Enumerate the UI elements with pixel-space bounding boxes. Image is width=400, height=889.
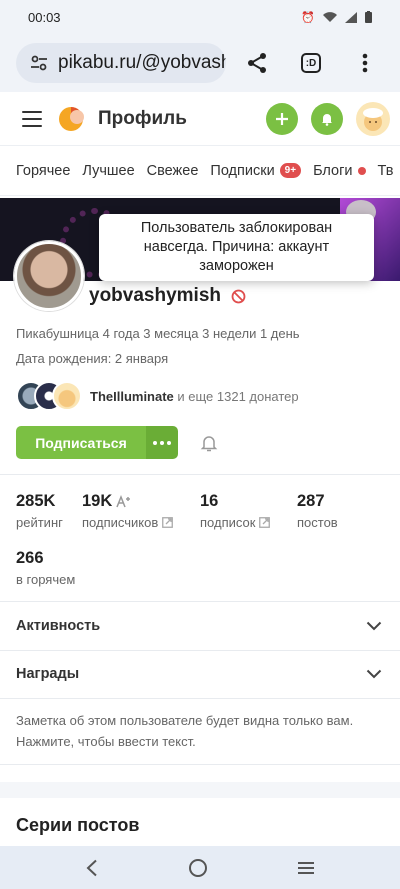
bell-icon [322,113,332,126]
share-icon [248,53,266,73]
subscribe-more-button[interactable] [146,426,178,459]
profile-avatar[interactable] [14,241,84,311]
wifi-icon [323,11,337,22]
username-row: yobvashymish [89,285,246,307]
external-link-icon [259,517,271,528]
stat-value-row: 19K [82,492,173,511]
top-donor-name: TheIlluminate [90,388,174,404]
url-text: pikabu.ru/@yobvashymish [58,52,226,73]
stat-rating: 285K рейтинг [16,492,63,530]
clock: 00:03 [28,9,61,25]
divider [0,698,400,699]
stat-label: подписчиков [82,515,159,530]
donors-row[interactable]: TheIlluminate и еще 1321 донатер [16,380,299,412]
status-icons: ⏰ [301,11,372,24]
tab-hot[interactable]: Горячее [16,163,70,179]
plus-icon [276,112,288,125]
menu-icon[interactable] [22,110,42,127]
ban-tooltip: Пользователь заблокирован навсегда. Прич… [99,214,374,281]
add-post-button[interactable] [266,102,298,135]
section-title: Активность [16,618,101,634]
blogs-dot [357,166,366,175]
stat-subscribers[interactable]: 19K подписчиков [82,492,174,530]
site-settings-icon[interactable] [30,54,48,72]
bell-icon[interactable] [200,434,218,452]
stat-label: в горячем [16,572,76,587]
back-icon[interactable] [85,859,99,877]
tab-count: :D [301,53,321,73]
stat-value: 16 [200,492,219,510]
tab-fresh[interactable]: Свежее [147,163,199,179]
donor-avatar [52,381,82,411]
section-title: Награды [16,666,80,682]
status-bar: 00:03 ⏰ [0,0,400,34]
divider [0,474,400,475]
user-avatar[interactable] [356,101,390,136]
stat-value: 266 [16,549,44,567]
chevron-down-icon [366,669,382,679]
divider [0,764,400,765]
chevron-down-icon [366,621,382,631]
stat-label: подписок [200,515,256,530]
stat-value: 19K [82,492,113,510]
activity-section[interactable]: Активность [0,602,400,650]
stat-label-row: подписчиков [82,515,174,530]
subscribe-button[interactable]: Подписаться [16,426,146,459]
post-series-title: Серии постов [16,815,140,835]
username: yobvashymish [89,285,221,306]
tab-label: Подписки [210,162,275,179]
tab-more[interactable]: Тв [378,163,394,179]
banned-icon[interactable] [231,289,246,304]
stat-posts[interactable]: 287 постов [297,492,338,530]
donors-count: и еще 1321 донатер [173,388,299,404]
birthday: Дата рождения: 2 января [16,351,169,366]
notifications-button[interactable] [311,102,343,135]
tab-blogs[interactable]: Блоги [313,162,366,179]
avatar-image [363,107,383,131]
feed-tabs: Горячее Лучшее Свежее Подписки 9+ Блоги … [0,146,400,196]
browser-menu-button[interactable] [342,40,388,86]
browser-toolbar: pikabu.ru/@yobvashymish :D [0,34,400,92]
tab-label: Блоги [313,162,353,179]
tabs-button[interactable]: :D [288,40,334,86]
system-nav-bar [0,846,400,889]
user-note[interactable]: Заметка об этом пользователе будет видна… [16,710,376,752]
more-vert-icon [362,53,368,73]
membership-duration: Пикабушница 4 года 3 месяца 3 недели 1 д… [16,326,300,341]
translate-icon [116,495,131,508]
stat-value: 285K [16,492,56,510]
awards-section[interactable]: Награды [0,650,400,698]
pikabu-logo[interactable] [58,104,88,134]
signal-icon [345,11,357,23]
stat-label: постов [297,515,338,530]
share-button[interactable] [234,40,280,86]
donors-text: TheIlluminate и еще 1321 донатер [90,389,299,404]
app-header: Профиль [0,92,400,146]
subscriptions-badge: 9+ [279,163,302,178]
tab-label: Свежее [146,162,199,179]
stat-subscriptions[interactable]: 16 подписок [200,492,271,530]
section-gap [0,782,400,798]
battery-icon [365,11,372,23]
tab-best[interactable]: Лучшее [82,163,134,179]
tab-label: Тв [377,162,394,179]
tab-subscriptions[interactable]: Подписки 9+ [210,162,302,179]
subscribe-row: Подписаться [16,426,218,459]
stat-label: рейтинг [16,515,63,530]
recents-icon[interactable] [297,861,315,875]
stat-label-row: подписок [200,515,271,530]
page-title: Профиль [98,107,187,129]
stat-value: 287 [297,492,325,510]
external-link-icon [162,517,174,528]
tab-label: Горячее [16,162,71,179]
stat-hot[interactable]: 266 в горячем [16,549,75,587]
alarm-icon: ⏰ [301,11,315,24]
home-icon[interactable] [188,858,208,878]
tab-label: Лучшее [82,162,135,179]
address-bar[interactable]: pikabu.ru/@yobvashymish [16,43,226,83]
